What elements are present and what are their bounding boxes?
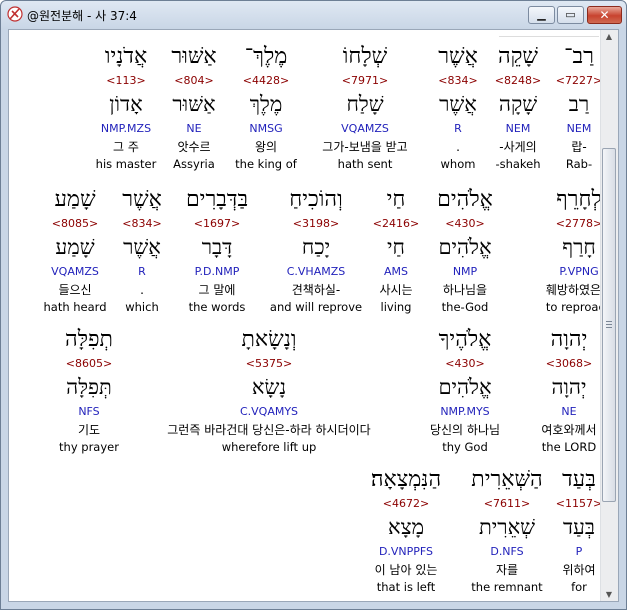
word-parse: C.VHAMZS bbox=[286, 265, 346, 278]
word-heb: שָׁמַע bbox=[54, 187, 96, 212]
minimize-icon: ▁ bbox=[537, 8, 546, 21]
maximize-icon: ▭ bbox=[565, 8, 576, 21]
word-num: <5375> bbox=[245, 357, 293, 370]
word-kor: 그 주 bbox=[113, 140, 139, 154]
word-parse: VQAMZS bbox=[51, 265, 99, 278]
word-kor: 들으신 bbox=[58, 283, 92, 297]
word-parse: R bbox=[454, 122, 462, 135]
word-parse: C.VQAMYS bbox=[239, 405, 299, 418]
word-heb: אֲדֹנָיו bbox=[104, 44, 148, 69]
word-cell[interactable]: שָׁמַע <8085> שָׁמַע VQAMZS 들으신 hath heard bbox=[27, 185, 123, 316]
word-cell[interactable]: שְׁלָחוֹ <7971> שָׁלַח VQAMZS 그가-보냄을 받고 hath … bbox=[317, 42, 413, 173]
word-cell[interactable]: אֲשֶׁר <834> אֲשֶׁר R. whom bbox=[410, 42, 506, 173]
word-heb: וְהוֹכִיחַ bbox=[289, 187, 343, 212]
word-eng: whom bbox=[440, 157, 476, 171]
word-num: <834> bbox=[438, 74, 478, 87]
word-heb: תְפִלָּה bbox=[65, 327, 113, 352]
vertical-scrollbar[interactable]: ▲ ▼ bbox=[600, 30, 618, 601]
word-parse: D.NFS bbox=[490, 545, 524, 558]
word-eng: and will reprove bbox=[269, 300, 363, 314]
grip-line bbox=[606, 327, 612, 328]
word-num: <7611> bbox=[483, 497, 531, 510]
close-button[interactable]: ✕ bbox=[587, 6, 622, 24]
word-eng: thy prayer bbox=[59, 440, 119, 454]
word-eng: hath sent bbox=[337, 157, 393, 171]
word-num: <8085> bbox=[51, 217, 99, 230]
maximize-button[interactable]: ▭ bbox=[557, 6, 584, 24]
word-kor: 견책하실- bbox=[291, 283, 341, 297]
word-parse: VQAMZS bbox=[341, 122, 389, 135]
word-eng: the remnant bbox=[471, 580, 543, 594]
word-lemma: אֲשֶׁר bbox=[439, 92, 477, 116]
word-cell[interactable]: תְפִלָּה <8605> תְּפִלָּה NFS 기도 thy prayer bbox=[41, 325, 137, 456]
word-kor: 당신의 하나님 bbox=[429, 423, 501, 437]
word-num: <3198> bbox=[292, 217, 340, 230]
word-eng: his master bbox=[95, 157, 157, 171]
word-eng: that is left bbox=[376, 580, 436, 594]
interlinear-panel: רַב־ <7227> רַב NEM 랍- Rab- שָׁקֵה <8248> שָׁקָה… bbox=[8, 29, 619, 602]
grip-line bbox=[606, 321, 612, 322]
app-window: @원전분해 - 사 37:4 ▁ ▭ ✕ רַב־ <7227> רַב NEM 랍- R… bbox=[0, 0, 627, 610]
word-cell[interactable]: הַנִּמְצָאָה׃ <4672> מָצָא D.VNPPFS 이 남아 있는 t… bbox=[358, 465, 454, 596]
word-heb: שְׁלָחוֹ bbox=[342, 44, 388, 69]
word-kor: 기도 bbox=[77, 423, 101, 437]
word-lemma: שְׁאֵרִית bbox=[478, 515, 536, 539]
word-heb: הַנִּמְצָאָה׃ bbox=[370, 467, 442, 492]
grip-line bbox=[606, 324, 612, 325]
word-kor: 그가-보냄을 받고 bbox=[322, 140, 408, 154]
word-num: <4672> bbox=[382, 497, 430, 510]
word-parse: NMP.MZS bbox=[100, 122, 152, 135]
minimize-button[interactable]: ▁ bbox=[528, 6, 555, 24]
word-lemma: אֱלֹהִים bbox=[438, 375, 492, 399]
word-cell[interactable]: וְנָשָׂאתָ <5375> נָשָׂא C.VQAMYS 그런즉 바라건대 당… bbox=[109, 325, 429, 456]
word-eng: hath heard bbox=[43, 300, 107, 314]
word-cell[interactable]: אֱלֹהֶיךָ <430> אֱלֹהִים NMP.MYS 당신의 하나님 thy … bbox=[417, 325, 513, 456]
word-heb: אֲשֶׁר bbox=[438, 44, 478, 69]
word-heb: הַשְּׁאֵרִית bbox=[471, 467, 543, 492]
scroll-up-icon[interactable]: ▲ bbox=[604, 32, 614, 41]
word-num: <430> bbox=[445, 357, 485, 370]
app-icon bbox=[7, 6, 23, 22]
word-kor: 그런즉 바라건대 당신은-하라 하시더이다 bbox=[167, 423, 371, 437]
word-parse: NFS bbox=[78, 405, 100, 418]
title-bar[interactable]: @원전분해 - 사 37:4 ▁ ▭ ✕ bbox=[1, 1, 626, 28]
window-title: @원전분해 - 사 37:4 bbox=[27, 9, 137, 23]
word-lemma: מָצָא bbox=[387, 515, 425, 539]
word-lemma: נָשָׂא bbox=[251, 375, 287, 399]
word-num: <8605> bbox=[65, 357, 113, 370]
close-icon: ✕ bbox=[599, 8, 610, 22]
scroll-down-icon[interactable]: ▼ bbox=[604, 590, 614, 599]
word-cell[interactable]: וְהוֹכִיחַ <3198> יָכַח C.VHAMZS 견책하실-and wi… bbox=[268, 185, 364, 316]
word-num: <7971> bbox=[341, 74, 389, 87]
header-strip bbox=[499, 30, 599, 37]
word-cell[interactable]: הַשְּׁאֵרִית <7611> שְׁאֵרִית D.NFS 자를 the re… bbox=[459, 465, 555, 596]
word-lemma: שָׁמַע bbox=[55, 235, 95, 259]
word-kor: . bbox=[456, 140, 460, 154]
word-cell[interactable]: אֲדֹנָיו <113> אָדוֹן NMP.MZS 그 주 his master bbox=[78, 42, 174, 173]
word-kor: 이 남아 있는 bbox=[374, 563, 438, 577]
word-kor: 자를 bbox=[495, 563, 519, 577]
word-eng: thy God bbox=[442, 440, 488, 454]
scrollbar-thumb[interactable] bbox=[602, 148, 616, 502]
word-eng: wherefore lift up bbox=[221, 440, 317, 454]
word-heb: אֱלֹהֶיךָ bbox=[438, 327, 492, 352]
word-heb: וְנָשָׂאתָ bbox=[241, 327, 297, 352]
word-num: <113> bbox=[106, 74, 146, 87]
word-lemma: תְּפִלָּה bbox=[66, 375, 112, 399]
word-lemma: אָדוֹן bbox=[109, 92, 143, 116]
word-parse: NMP.MYS bbox=[440, 405, 490, 418]
word-lemma: יָכַח bbox=[301, 235, 331, 259]
word-parse: D.VNPPFS bbox=[378, 545, 434, 558]
word-lemma: שָׁלַח bbox=[346, 92, 384, 116]
